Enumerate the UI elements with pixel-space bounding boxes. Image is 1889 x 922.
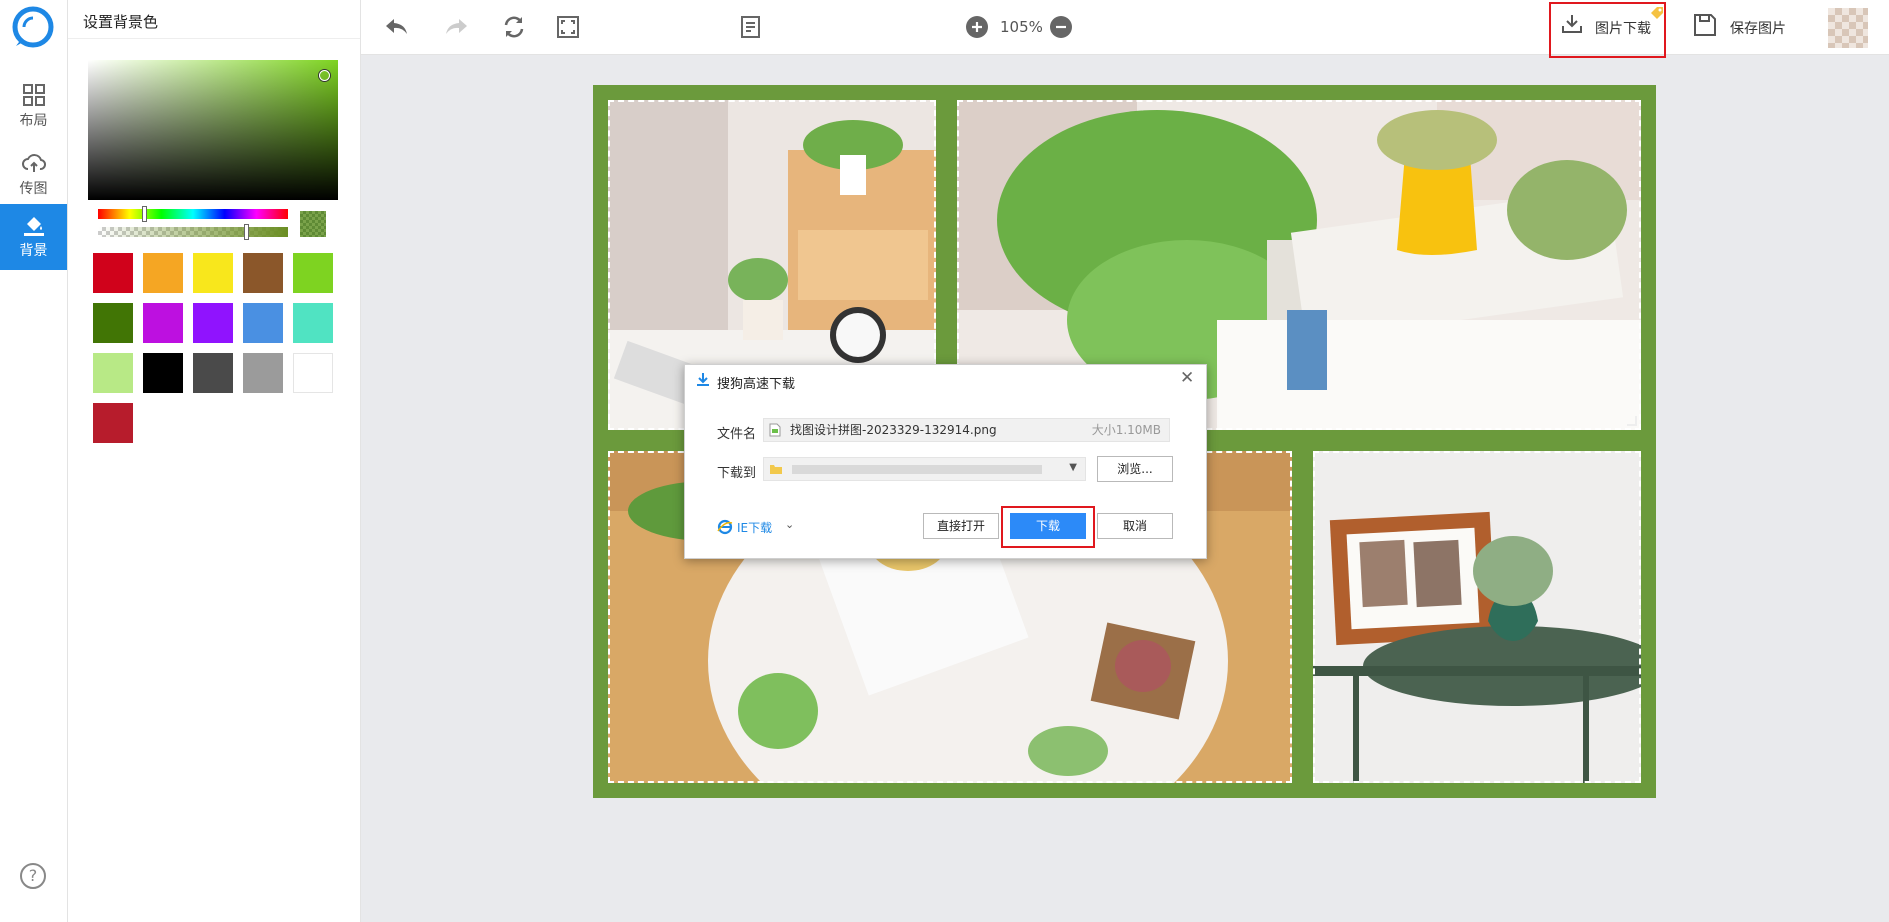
download-arrow-icon — [697, 373, 709, 386]
fit-screen-icon[interactable] — [555, 14, 581, 40]
panel-title: 设置背景色 — [83, 13, 159, 31]
chevron-down-icon[interactable]: ⌄ — [785, 518, 794, 531]
photo-cell[interactable] — [1313, 451, 1641, 783]
filename-field[interactable]: 找图设计拼图-2023329-132914.png 大小1.10MB — [763, 418, 1170, 442]
filename-label: 文件名 — [717, 427, 757, 442]
close-icon[interactable]: ✕ — [1180, 368, 1194, 388]
save-icon — [1694, 14, 1716, 36]
nav-item-upload[interactable]: 传图 — [0, 142, 67, 208]
app-logo-icon[interactable] — [10, 6, 56, 52]
vip-tag-icon — [1651, 7, 1663, 19]
folder-icon — [770, 465, 782, 474]
color-picker-cursor[interactable] — [319, 70, 330, 81]
color-swatch[interactable] — [293, 353, 333, 393]
color-swatch[interactable] — [93, 403, 133, 443]
avatar[interactable] — [1828, 8, 1868, 48]
paint-bucket-icon — [23, 217, 44, 236]
image-download-label: 图片下载 — [1595, 21, 1651, 37]
resize-handle[interactable] — [1627, 769, 1637, 779]
color-swatch[interactable] — [143, 253, 183, 293]
ie-download-link[interactable]: IE下载 — [737, 519, 772, 536]
zoom-level: 105% — [1000, 18, 1043, 36]
color-swatch[interactable] — [93, 253, 133, 293]
saturation-value-picker[interactable] — [88, 60, 338, 200]
download-button[interactable]: 下载 — [1010, 513, 1086, 539]
alpha-slider[interactable] — [98, 227, 288, 237]
refresh-icon[interactable] — [501, 14, 527, 40]
background-color-panel: 设置背景色 — [68, 0, 361, 922]
save-path-field[interactable]: ▼ — [763, 457, 1086, 481]
color-swatch[interactable] — [193, 253, 233, 293]
color-swatch[interactable] — [143, 353, 183, 393]
filename-value: 找图设计拼图-2023329-132914.png — [790, 423, 997, 437]
redo-icon[interactable] — [443, 14, 469, 40]
color-swatch[interactable] — [193, 353, 233, 393]
top-toolbar: 105% 图片下载 保存图片 — [361, 0, 1889, 58]
hue-slider[interactable] — [98, 209, 288, 219]
nav-item-layout[interactable]: 布局 — [0, 74, 67, 140]
zoom-in-icon[interactable] — [964, 14, 990, 40]
notes-icon[interactable] — [738, 14, 764, 40]
open-directly-button[interactable]: 直接打开 — [923, 513, 999, 539]
saveto-label: 下载到 — [717, 466, 757, 481]
color-preview — [300, 211, 326, 237]
ie-icon — [717, 519, 733, 535]
file-size: 大小1.10MB — [1091, 423, 1161, 437]
browse-button[interactable]: 浏览... — [1097, 456, 1173, 482]
color-swatch[interactable] — [143, 303, 183, 343]
color-swatch[interactable] — [93, 303, 133, 343]
help-icon[interactable]: ? — [20, 863, 46, 889]
dialog-title: 搜狗高速下载 — [717, 377, 796, 392]
undo-icon[interactable] — [384, 14, 410, 40]
alpha-slider-handle[interactable] — [244, 224, 249, 240]
color-swatch[interactable] — [193, 303, 233, 343]
cloud-upload-icon — [21, 154, 46, 172]
left-nav: 布局 传图 背景 ? — [0, 0, 68, 922]
hue-slider-handle[interactable] — [142, 206, 147, 222]
color-swatch[interactable] — [293, 303, 333, 343]
layout-grid-icon — [22, 84, 45, 106]
file-icon — [769, 423, 781, 437]
photo-image — [1313, 451, 1641, 783]
color-swatch[interactable] — [243, 353, 283, 393]
nav-item-label: 背景 — [19, 243, 48, 259]
nav-item-label: 传图 — [19, 181, 48, 197]
download-dialog: 搜狗高速下载 ✕ 文件名 找图设计拼图-2023329-132914.png 大… — [684, 364, 1207, 559]
chevron-down-icon[interactable]: ▼ — [1069, 457, 1077, 479]
resize-handle[interactable] — [1627, 416, 1637, 426]
nav-item-background[interactable]: 背景 — [0, 204, 67, 270]
zoom-out-icon[interactable] — [1048, 14, 1074, 40]
download-icon — [1562, 15, 1582, 33]
color-swatch[interactable] — [293, 253, 333, 293]
save-image-label: 保存图片 — [1730, 21, 1786, 37]
nav-item-label: 布局 — [19, 113, 48, 129]
color-swatch[interactable] — [243, 253, 283, 293]
cancel-button[interactable]: 取消 — [1097, 513, 1173, 539]
divider — [68, 38, 360, 39]
color-swatch[interactable] — [93, 353, 133, 393]
color-swatch[interactable] — [243, 303, 283, 343]
path-blurred — [792, 465, 1042, 474]
